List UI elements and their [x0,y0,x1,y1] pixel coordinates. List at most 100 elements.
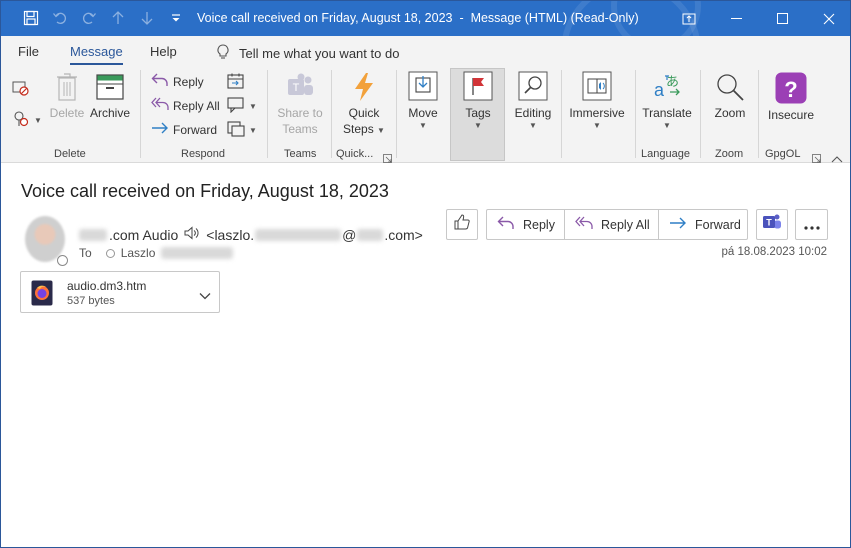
svg-text:あ: あ [666,75,679,90]
save-icon[interactable] [22,9,40,27]
sender-name: .com Audio [109,226,179,243]
group-label-teams: Teams [284,148,317,160]
title-bar: Voice call received on Friday, August 18… [1,1,850,121]
reply-all-button[interactable]: Reply All [565,210,659,239]
tell-me-search[interactable]: Tell me what you want to do [217,44,399,63]
group-label-gpgol: GpgOL [765,148,801,160]
recipient-name[interactable]: Laszlo [121,246,156,260]
more-respond-button[interactable]: ▼ [227,121,257,140]
translate-icon: aあ [652,72,682,105]
chevron-down-icon: ▼ [34,116,42,125]
chevron-down-icon[interactable] [199,287,211,305]
svg-text:a: a [654,80,665,100]
recipient-line: To Laszlo [79,246,234,260]
window-title: Voice call received on Friday, August 18… [197,11,639,25]
dialog-launcher-icon[interactable] [812,150,821,168]
more-options-button[interactable] [795,209,828,240]
ribbon: ▼ Delete Archive Delete Reply Reply All … [1,66,850,163]
archive-label: Archive [89,106,130,120]
ellipsis-icon [803,217,820,233]
arrow-down-icon[interactable] [138,9,156,27]
sender-line[interactable]: .com Audio <laszlo. @ .com> [79,226,423,243]
arrow-up-icon[interactable] [109,9,127,27]
group-divider [700,70,701,158]
attachment-card[interactable]: audio.dm3.htm 537 bytes [20,271,220,313]
tab-message[interactable]: Message [70,44,123,65]
group-divider [267,70,268,158]
share-to-teams-label-1: Share to [277,106,323,120]
forward-label: Forward [695,217,741,232]
customize-toolbar-icon[interactable] [167,9,185,27]
forward-icon [669,216,687,233]
undo-icon[interactable] [51,9,69,27]
to-label: To [79,246,92,260]
ignore-button[interactable] [12,80,30,99]
ribbon-forward-button[interactable]: Forward [151,121,217,138]
ignore-icon [12,80,30,99]
question-mark-icon: ? [775,72,807,107]
group-divider [140,70,141,158]
group-divider [331,70,332,158]
reply-all-label: Reply All [601,217,650,232]
recipient-presence-icon [105,248,115,258]
tab-help[interactable]: Help [150,44,177,59]
archive-button[interactable]: Archive [89,72,131,121]
calendar-icon [227,73,245,92]
restore-ribbon-icon[interactable] [673,1,705,36]
insecure-button[interactable]: ? Insecure [765,72,817,123]
speaker-icon[interactable] [184,226,200,243]
forward-button[interactable]: Forward [659,210,747,239]
immersive-button[interactable]: Immersive ▼ [567,70,627,130]
meeting-button[interactable] [227,73,245,92]
presence-indicator [57,255,68,266]
quick-steps-label-1: Quick [348,106,380,120]
chevron-down-icon: ▼ [249,126,257,135]
redacted-text [161,247,234,259]
quick-steps-button[interactable]: Quick Steps ▼ [338,72,390,139]
redacted-text [255,228,342,241]
attachment-name: audio.dm3.htm [67,279,147,293]
group-label-language: Language [641,148,690,160]
delete-button[interactable]: Delete [47,72,87,121]
reply-icon [497,216,515,233]
reply-icon [151,73,169,90]
magnifier-icon [715,72,745,105]
svg-text:T: T [293,82,300,94]
redo-icon[interactable] [80,9,98,27]
cleanup-button[interactable]: ▼ [12,110,42,131]
ribbon-reply-all-button[interactable]: Reply All [151,97,220,114]
minimize-icon[interactable] [721,1,753,36]
like-button[interactable] [446,209,478,240]
teams-icon: T [762,212,782,237]
share-to-teams-button[interactable]: T Share to Teams [273,72,327,137]
tab-file[interactable]: File [18,44,39,59]
translate-button[interactable]: aあ Translate ▼ [641,72,693,130]
chevron-down-icon: ▼ [593,121,601,130]
chevron-down-icon: ▼ [474,121,482,130]
redacted-text [357,228,384,241]
im-button[interactable]: ▼ [227,97,257,116]
outlook-message-window: Voice call received on Friday, August 18… [0,0,851,548]
message-subject: Voice call received on Friday, August 18… [21,181,389,201]
editing-label: Editing [514,106,552,120]
ribbon-reply-button[interactable]: Reply [151,73,204,90]
group-divider [396,70,397,158]
editing-button[interactable]: Editing ▼ [512,70,554,130]
close-icon[interactable] [813,1,845,36]
sender-email-at: @ [342,226,357,243]
chevron-down-icon: ▼ [663,121,671,130]
archive-icon [95,72,125,105]
teams-button[interactable]: T [756,209,788,240]
delete-label: Delete [49,106,85,120]
maximize-icon[interactable] [767,1,799,36]
attachment-size: 537 bytes [67,295,115,307]
share-to-teams-label-2: Teams [282,122,318,136]
move-button[interactable]: Move ▼ [403,70,443,130]
collapse-ribbon-icon[interactable] [831,150,843,168]
cleanup-icon [12,110,30,131]
dialog-launcher-icon[interactable] [383,150,392,168]
reply-button[interactable]: Reply [487,210,565,239]
firefox-file-icon [31,280,53,311]
immersive-label: Immersive [569,106,625,120]
zoom-button[interactable]: Zoom [709,72,751,121]
